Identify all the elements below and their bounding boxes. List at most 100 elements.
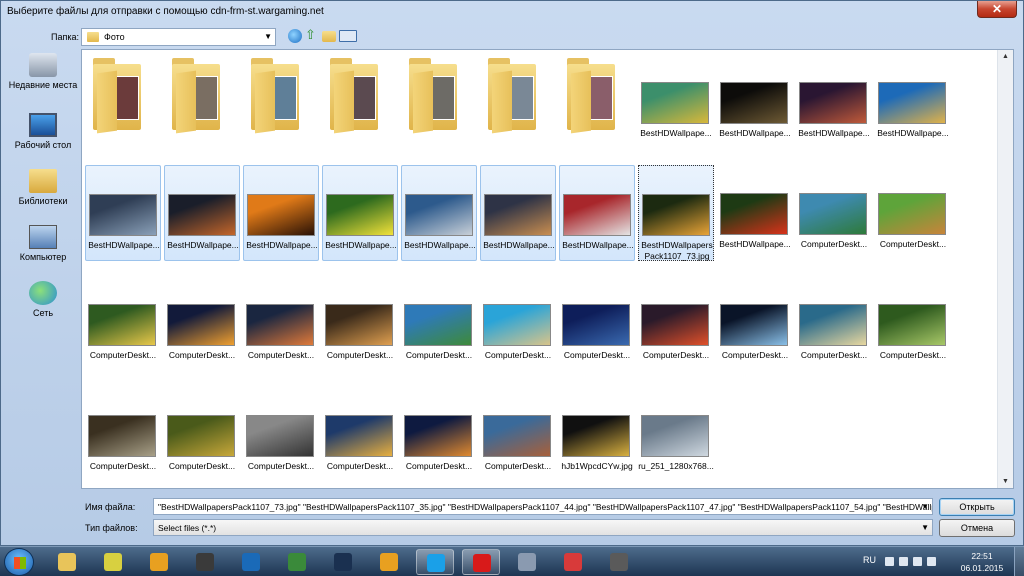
folder-dropdown[interactable]: Фото ▼	[81, 28, 276, 46]
file-item[interactable]: ComputerDeskt...	[875, 165, 951, 261]
close-button[interactable]: ✕	[977, 1, 1017, 18]
folder-item[interactable]	[559, 54, 635, 150]
notification-icon[interactable]	[885, 557, 894, 566]
place-recent-places[interactable]: Недавние места	[7, 53, 79, 90]
language-indicator[interactable]: RU	[863, 555, 876, 565]
file-item[interactable]: ComputerDeskt...	[480, 387, 556, 483]
taskbar-aimp-app[interactable]	[370, 549, 408, 575]
file-list[interactable]: ▲ ▼ BestHDWallpape... BestHDWallpape... Be…	[81, 49, 1014, 489]
image-thumbnail	[484, 194, 552, 236]
file-item[interactable]: ComputerDeskt...	[164, 276, 240, 372]
folder-item[interactable]	[85, 54, 161, 150]
image-thumbnail	[641, 82, 709, 124]
view-menu-icon[interactable]	[339, 30, 357, 42]
volume-icon[interactable]	[927, 557, 936, 566]
file-item[interactable]: ComputerDeskt...	[322, 387, 398, 483]
filename-input[interactable]: "BestHDWallpapersPack1107_73.jpg" "BestH…	[153, 498, 933, 515]
file-item[interactable]: ComputerDeskt...	[164, 387, 240, 483]
file-item[interactable]: BestHDWallpape...	[322, 165, 398, 261]
file-name: ComputerDeskt...	[326, 350, 394, 360]
file-item[interactable]: ComputerDeskt...	[85, 276, 161, 372]
file-item[interactable]: ComputerDeskt...	[480, 276, 556, 372]
place-network[interactable]: Сеть	[7, 281, 79, 318]
image-thumbnail	[247, 194, 315, 236]
taskbar-wot-app[interactable]	[600, 549, 638, 575]
chevron-down-icon[interactable]: ▼	[921, 502, 929, 511]
file-item[interactable]: BestHDWallpape...	[480, 165, 556, 261]
file-item[interactable]: BestHDWallpape...	[85, 165, 161, 261]
image-thumbnail	[641, 304, 709, 346]
file-item[interactable]: ComputerDeskt...	[243, 276, 319, 372]
file-item[interactable]: BestHDWallpape...	[164, 165, 240, 261]
file-item[interactable]: ComputerDeskt...	[85, 387, 161, 483]
place-label: Рабочий стол	[14, 140, 72, 150]
image-thumbnail	[720, 304, 788, 346]
file-item[interactable]: ComputerDeskt...	[875, 276, 951, 372]
place-computer[interactable]: Компьютер	[7, 225, 79, 262]
folder-item[interactable]	[322, 54, 398, 150]
file-name: ComputerDeskt...	[247, 350, 315, 360]
taskbar-opera-app[interactable]	[462, 549, 500, 575]
file-item[interactable]: ComputerDeskt...	[638, 276, 714, 372]
title-bar[interactable]: Выберите файлы для отправки с помощью cd…	[1, 1, 1023, 23]
image-thumbnail	[562, 304, 630, 346]
taskbar-punto-app[interactable]	[554, 549, 592, 575]
file-item[interactable]: BestHDWallpapersPack1107_73.jpg	[638, 165, 714, 261]
file-item[interactable]: BestHDWallpape...	[243, 165, 319, 261]
folder-item[interactable]	[243, 54, 319, 150]
file-name: ComputerDeskt...	[800, 239, 868, 249]
taskbar-explorer-folder[interactable]	[48, 549, 86, 575]
file-item[interactable]: ComputerDeskt...	[401, 387, 477, 483]
image-thumbnail	[563, 194, 631, 236]
file-item[interactable]: BestHDWallpape...	[717, 165, 793, 261]
file-item[interactable]: ComputerDeskt...	[717, 276, 793, 372]
file-item[interactable]: BestHDWallpape...	[875, 54, 951, 150]
taskbar-monitor-app[interactable]	[186, 549, 224, 575]
file-item[interactable]: ComputerDeskt...	[322, 276, 398, 372]
file-item[interactable]: BestHDWallpape...	[401, 165, 477, 261]
file-item[interactable]: ComputerDeskt...	[796, 276, 872, 372]
scroll-up-icon[interactable]: ▲	[1000, 53, 1011, 60]
taskbar-keys-app[interactable]	[140, 549, 178, 575]
signal-icon[interactable]	[913, 557, 922, 566]
folder-item[interactable]	[401, 54, 477, 150]
file-item[interactable]: BestHDWallpape...	[638, 54, 714, 150]
file-item[interactable]: BestHDWallpape...	[796, 54, 872, 150]
file-item[interactable]: BestHDWallpape...	[717, 54, 793, 150]
file-name: ComputerDeskt...	[879, 239, 947, 249]
clock[interactable]: 22:51 06.01.2015	[954, 550, 1010, 574]
open-button[interactable]: Открыть	[939, 498, 1015, 516]
show-desktop-button[interactable]	[1014, 547, 1024, 576]
taskbar-nero-app[interactable]	[232, 549, 270, 575]
file-item[interactable]: ComputerDeskt...	[796, 165, 872, 261]
start-button[interactable]	[4, 548, 34, 576]
file-item[interactable]: hJb1WpcdCYw.jpg	[559, 387, 635, 483]
vertical-scrollbar[interactable]: ▲ ▼	[997, 50, 1013, 488]
taskbar-paint-app[interactable]	[94, 549, 132, 575]
image-thumbnail	[404, 415, 472, 457]
taskbar-media-app[interactable]	[508, 549, 546, 575]
up-folder-icon[interactable]: ⇧	[305, 28, 319, 43]
image-thumbnail	[168, 194, 236, 236]
taskbar-skype-app[interactable]	[416, 549, 454, 575]
new-folder-icon[interactable]	[322, 31, 336, 42]
file-item[interactable]: ComputerDeskt...	[243, 387, 319, 483]
folder-item[interactable]	[164, 54, 240, 150]
back-icon[interactable]	[288, 29, 302, 43]
file-item[interactable]: BestHDWallpape...	[559, 165, 635, 261]
cancel-button[interactable]: Отмена	[939, 519, 1015, 537]
scroll-down-icon[interactable]: ▼	[1000, 478, 1011, 485]
file-name: BestHDWallpape...	[246, 240, 318, 250]
network-tray-icon[interactable]	[899, 557, 908, 566]
folder-item[interactable]	[480, 54, 556, 150]
filetype-dropdown[interactable]: Select files (*.*) ▼	[153, 519, 933, 536]
file-item[interactable]: ru_251_1280x768...	[638, 387, 714, 483]
file-name: BestHDWallpape...	[88, 240, 160, 250]
taskbar-steam-app[interactable]	[324, 549, 362, 575]
file-item[interactable]: ComputerDeskt...	[559, 276, 635, 372]
skype-app-icon	[427, 554, 445, 572]
place-libraries[interactable]: Библиотеки	[7, 169, 79, 206]
place-desktop[interactable]: Рабочий стол	[7, 113, 79, 150]
taskbar-notepad-app[interactable]	[278, 549, 316, 575]
file-item[interactable]: ComputerDeskt...	[401, 276, 477, 372]
